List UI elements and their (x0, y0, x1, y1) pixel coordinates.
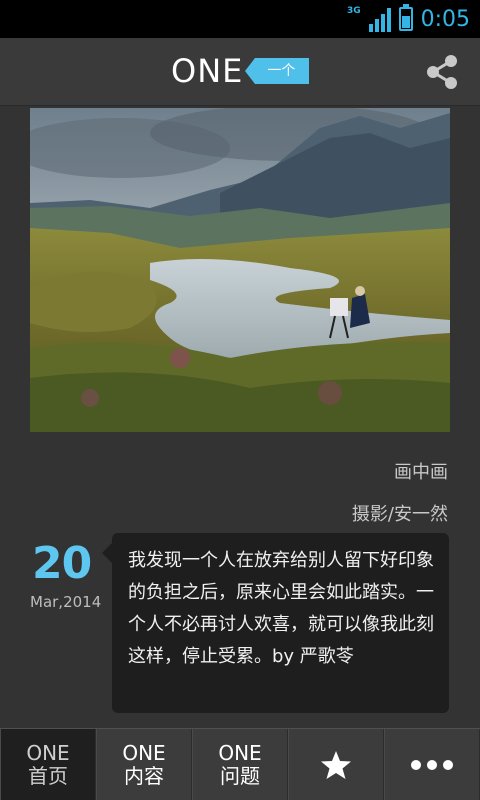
logo-text: ONE (171, 52, 244, 90)
nav-tab-content-top: ONE (122, 741, 166, 765)
more-icon (410, 759, 454, 771)
share-button[interactable] (424, 54, 460, 90)
network-type: 3G (346, 6, 361, 16)
share-icon (427, 55, 457, 89)
quote-bubble: 我发现一个人在放弃给别人留下好印象的负担之后，原来心里会如此踏实。一个人不必再讨… (102, 533, 449, 713)
app-header: ONE 一个 (0, 38, 480, 106)
date-day: 20 (32, 538, 92, 589)
nav-tab-more[interactable] (384, 729, 480, 800)
bottom-nav: ONE 首页 ONE 内容 ONE 问题 (0, 728, 480, 800)
nav-tab-questions-top: ONE (218, 741, 262, 765)
photo-credit: 摄影/安一然 (351, 504, 448, 525)
status-clock: 0:05 (420, 6, 470, 32)
battery-icon (398, 4, 413, 31)
signal-icon (368, 6, 391, 32)
quote-text: 我发现一个人在放弃给别人留下好印象的负担之后，原来心里会如此踏实。一个人不必再讨… (128, 550, 434, 667)
photo-title: 画中画 (394, 462, 448, 483)
nav-tab-home-label: 首页 (28, 764, 68, 788)
nav-tab-home-top: ONE (26, 741, 70, 765)
status-bar: 3G 0:05 (0, 0, 480, 38)
landscape-image (30, 108, 450, 432)
nav-tab-content[interactable]: ONE 内容 (96, 729, 192, 800)
nav-tab-content-label: 内容 (124, 764, 164, 788)
status-indicators: 3G 0:05 (347, 0, 470, 38)
logo-tag: 一个 (245, 58, 310, 84)
nav-tab-questions[interactable]: ONE 问题 (192, 729, 288, 800)
nav-tab-home[interactable]: ONE 首页 (0, 729, 96, 800)
nav-tab-questions-label: 问题 (220, 764, 260, 788)
featured-photo[interactable] (30, 108, 450, 432)
app-logo: ONE 一个 (171, 52, 310, 90)
date-month-year: Mar,2014 (30, 593, 102, 611)
nav-tab-favorites[interactable] (288, 729, 384, 800)
star-icon (320, 749, 352, 781)
